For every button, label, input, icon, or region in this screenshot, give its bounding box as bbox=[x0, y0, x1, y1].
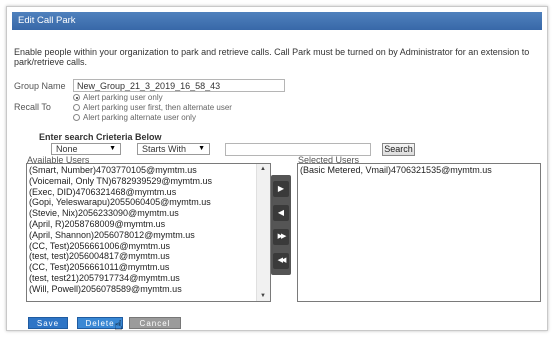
move-all-left-icon[interactable]: ◀◀ bbox=[273, 253, 289, 269]
list-item[interactable]: (Voicemail, Only TN)6782939529@mymtm.us bbox=[27, 176, 270, 187]
recall-option-parking-then-alternate[interactable]: Alert parking user first, then alternate… bbox=[73, 103, 232, 112]
list-item[interactable]: (Gopi, Yeleswarapu)2055060405@mymtm.us bbox=[27, 197, 270, 208]
save-button[interactable]: Save bbox=[28, 317, 68, 329]
transfer-buttons-panel: ▶ ◀ ▶▶ ◀◀ bbox=[271, 175, 291, 275]
radio-icon[interactable] bbox=[73, 114, 80, 121]
available-users-scrollbar[interactable]: ▲ ▼ bbox=[256, 164, 270, 301]
recall-option-label: Alert parking user only bbox=[83, 93, 163, 102]
search-field-select[interactable]: None ▼ bbox=[51, 143, 121, 155]
recall-to-label: Recall To bbox=[14, 102, 51, 112]
radio-icon[interactable] bbox=[73, 104, 80, 111]
intro-text: Enable people within your organization t… bbox=[14, 47, 530, 67]
list-item[interactable]: (Will, Powell)2056078589@mymtm.us bbox=[27, 284, 270, 295]
dropdown-arrow-icon: ▼ bbox=[109, 145, 116, 152]
group-name-input[interactable] bbox=[73, 79, 285, 92]
list-item[interactable]: (test, test21)2057917734@mymtm.us bbox=[27, 273, 270, 284]
list-item[interactable]: (test, test)2056004817@mymtm.us bbox=[27, 251, 270, 262]
search-match-select[interactable]: Starts With ▼ bbox=[137, 143, 210, 155]
hand-cursor-icon: ☝ bbox=[114, 317, 123, 333]
search-field-value: None bbox=[56, 144, 78, 154]
list-item[interactable]: (April, R)2058768009@mymtm.us bbox=[27, 219, 270, 230]
list-item[interactable]: (Exec, DID)4706321468@mymtm.us bbox=[27, 187, 270, 198]
group-name-label: Group Name bbox=[14, 81, 66, 91]
cancel-button[interactable]: Cancel bbox=[129, 317, 181, 329]
search-match-value: Starts With bbox=[142, 144, 187, 154]
search-criteria-heading: Enter search Crieteria Below bbox=[39, 132, 162, 142]
move-right-icon[interactable]: ▶ bbox=[273, 181, 289, 197]
list-item[interactable]: (April, Shannon)2056078012@mymtm.us bbox=[27, 230, 270, 241]
list-item[interactable]: (CC, Test)2056661006@mymtm.us bbox=[27, 241, 270, 252]
scroll-up-icon[interactable]: ▲ bbox=[260, 166, 266, 172]
dropdown-arrow-icon: ▼ bbox=[198, 145, 205, 152]
list-item[interactable]: (CC, Test)2056661011@mymtm.us bbox=[27, 262, 270, 273]
list-item[interactable]: (Stevie, Nix)2056233090@mymtm.us bbox=[27, 208, 270, 219]
recall-option-label: Alert parking user first, then alternate… bbox=[83, 103, 232, 112]
scroll-down-icon[interactable]: ▼ bbox=[260, 293, 266, 299]
list-item[interactable]: (Basic Metered, Vmail)4706321535@mymtm.u… bbox=[298, 165, 540, 176]
selected-users-list[interactable]: (Basic Metered, Vmail)4706321535@mymtm.u… bbox=[297, 163, 541, 302]
move-all-right-icon[interactable]: ▶▶ bbox=[273, 229, 289, 245]
dialog-title: Edit Call Park bbox=[12, 12, 542, 30]
recall-option-label: Alert parking alternate user only bbox=[83, 113, 196, 122]
search-button[interactable]: Search bbox=[382, 143, 415, 156]
move-left-icon[interactable]: ◀ bbox=[273, 205, 289, 221]
available-users-list[interactable]: (Smart, Number)4703770105@mymtm.us (Voic… bbox=[26, 163, 271, 302]
list-item[interactable]: (Smart, Number)4703770105@mymtm.us bbox=[27, 165, 270, 176]
recall-option-parking-only[interactable]: Alert parking user only bbox=[73, 93, 163, 102]
recall-option-alternate-only[interactable]: Alert parking alternate user only bbox=[73, 113, 196, 122]
radio-checked-icon[interactable] bbox=[73, 94, 80, 101]
